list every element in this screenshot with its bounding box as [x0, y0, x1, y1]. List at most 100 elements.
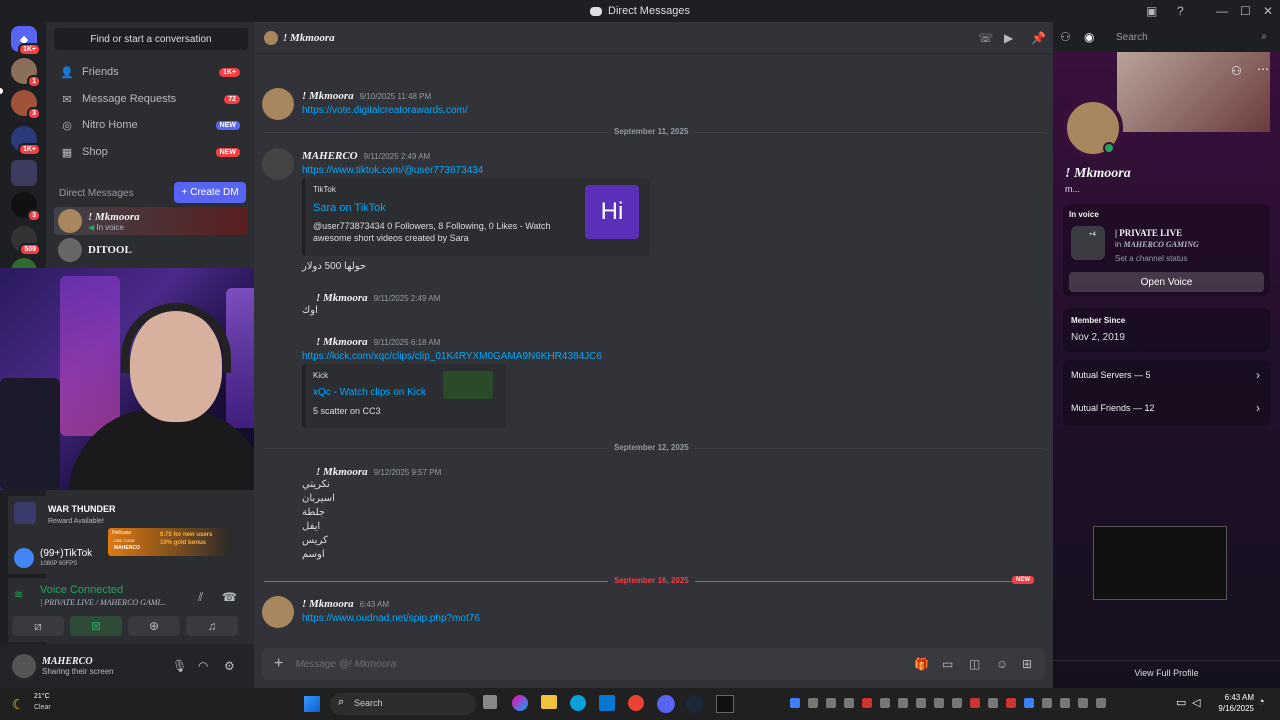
nav-friends[interactable]: 👤 Friends 1K+: [54, 60, 240, 84]
start-button[interactable]: [304, 696, 320, 712]
nav-shop[interactable]: ▦ Shop NEW: [54, 140, 240, 164]
create-dm-button[interactable]: + Create DM: [174, 182, 246, 203]
sticker-icon[interactable]: ◫: [969, 657, 980, 671]
tray-app-icon[interactable]: [1006, 698, 1016, 708]
embed-title[interactable]: xQc - Watch clips on Kick: [313, 387, 426, 398]
signal-icon[interactable]: ≋: [14, 588, 23, 601]
message-author[interactable]: ! Mkmoora: [316, 466, 368, 478]
stop-video-button[interactable]: ⧄: [12, 616, 64, 636]
dm-item[interactable]: ! Mkmoora ◀ In voice: [54, 207, 248, 235]
voice-call-icon[interactable]: ☏: [978, 31, 993, 45]
tray-app-icon[interactable]: [880, 698, 890, 708]
chat-header-name[interactable]: ! Mkmoora: [283, 32, 335, 44]
close-button[interactable]: ✕: [1263, 0, 1273, 22]
message-author[interactable]: ! Mkmoora: [316, 336, 368, 348]
message-author[interactable]: ! Mkmoora: [316, 292, 368, 304]
server-icon[interactable]: 1: [11, 58, 41, 88]
discord-icon[interactable]: [657, 695, 675, 713]
set-channel-status[interactable]: Set a channel status: [1115, 254, 1188, 263]
screen-preview[interactable]: [1093, 526, 1227, 600]
tray-app-icon[interactable]: [826, 698, 836, 708]
gif-icon[interactable]: ▭: [942, 657, 953, 671]
view-full-profile-link[interactable]: View Full Profile: [1053, 668, 1280, 678]
find-conversation-button[interactable]: Find or start a conversation: [54, 28, 248, 50]
server-icon[interactable]: 508: [11, 226, 41, 256]
server-icon[interactable]: 3: [11, 192, 41, 222]
message-input[interactable]: Message @! Mkmoora: [295, 659, 396, 670]
tray-app-icon[interactable]: [1060, 698, 1070, 708]
maximize-button[interactable]: ☐: [1240, 0, 1251, 22]
video-call-icon[interactable]: ▶: [1004, 31, 1013, 45]
more-options-icon[interactable]: ⋯: [1257, 62, 1269, 76]
search-input[interactable]: Search: [1116, 32, 1148, 43]
clock-time[interactable]: 6:43 AM: [1208, 693, 1254, 702]
microphone-icon[interactable]: 🎙: [172, 659, 187, 673]
weather-temp[interactable]: 21°C: [34, 693, 50, 700]
clock-date[interactable]: 9/16/2025: [1208, 704, 1254, 713]
screen-share-button[interactable]: ⊠: [70, 616, 122, 636]
user-profile-icon[interactable]: ◉: [1084, 30, 1094, 44]
tray-app-icon[interactable]: [988, 698, 998, 708]
soundboard-button[interactable]: ♫: [186, 616, 238, 636]
file-explorer-icon[interactable]: [541, 695, 557, 709]
server-icon[interactable]: [11, 160, 37, 186]
task-view-icon[interactable]: [483, 695, 497, 709]
message-link[interactable]: https://vote.digitalcreatorawards.com/: [302, 105, 468, 116]
steam-icon[interactable]: [686, 695, 704, 713]
copilot-icon[interactable]: [512, 695, 528, 711]
notification-icon[interactable]: ◔: [1258, 696, 1265, 708]
tray-app-icon[interactable]: [1024, 698, 1034, 708]
network-icon[interactable]: ▭: [1176, 696, 1186, 709]
taskbar-search[interactable]: ⌕ Search: [330, 693, 476, 715]
tray-app-icon[interactable]: [970, 698, 980, 708]
voice-channel-name[interactable]: | PRIVATE LIVE: [1115, 228, 1182, 238]
message-author[interactable]: MAHERCO: [302, 150, 358, 162]
tray-app-icon[interactable]: [808, 698, 818, 708]
voice-channel[interactable]: | PRIVATE LIVE / MAHERCO GAMI...: [40, 598, 166, 607]
store-icon[interactable]: [599, 695, 615, 711]
nav-message-requests[interactable]: ✉ Message Requests 72: [54, 87, 240, 111]
epic-games-icon[interactable]: [716, 695, 734, 713]
embed-title[interactable]: Sara on TikTok: [313, 202, 386, 214]
tray-app-icon[interactable]: [898, 698, 908, 708]
add-friends-icon[interactable]: ⚇: [1060, 30, 1071, 44]
message-link[interactable]: https://www.tiktok.com/@user773873434: [302, 165, 483, 176]
add-friend-icon[interactable]: ⚇: [1231, 64, 1242, 78]
dm-item[interactable]: DITOOL: [54, 236, 248, 264]
promo-banner[interactable]: Hellcase USE CODE MAHERCO 0.75 for new u…: [108, 528, 232, 556]
mutual-friends-row[interactable]: Mutual Friends — 12: [1071, 403, 1155, 413]
tray-app-icon[interactable]: [1078, 698, 1088, 708]
open-voice-button[interactable]: Open Voice: [1069, 272, 1264, 292]
embed-thumbnail[interactable]: Hi: [585, 185, 639, 239]
home-button[interactable]: ◆ 1K+: [11, 26, 41, 56]
help-icon[interactable]: ?: [1177, 0, 1184, 22]
tray-app-icon[interactable]: [844, 698, 854, 708]
tray-app-icon[interactable]: [790, 698, 800, 708]
apps-icon[interactable]: ⊞: [1022, 657, 1032, 671]
tray-app-icon[interactable]: [952, 698, 962, 708]
embed-thumbnail[interactable]: [443, 371, 493, 399]
tray-app-icon[interactable]: [916, 698, 926, 708]
tray-app-icon[interactable]: [862, 698, 872, 708]
nav-nitro-home[interactable]: ◎ Nitro Home NEW: [54, 113, 240, 137]
headphones-icon[interactable]: ◠: [198, 659, 208, 673]
settings-gear-icon[interactable]: ⚙: [224, 659, 235, 673]
tray-app-icon[interactable]: [1042, 698, 1052, 708]
message-link[interactable]: https://www.oudnad.net/spip.php?mot76: [302, 613, 480, 624]
server-icon[interactable]: 1K+: [11, 126, 41, 156]
gift-icon[interactable]: 🎁: [914, 657, 929, 671]
user-avatar[interactable]: [12, 654, 36, 678]
minimize-button[interactable]: —: [1216, 0, 1228, 22]
disconnect-icon[interactable]: ☎: [222, 590, 237, 604]
edge-icon[interactable]: [570, 695, 586, 711]
tray-app-icon[interactable]: [1096, 698, 1106, 708]
message-link[interactable]: https://kick.com/xqc/clips/clip_01K4RYXM…: [302, 351, 602, 362]
volume-icon[interactable]: ◁: [1192, 696, 1200, 709]
activity-button[interactable]: ⊕: [128, 616, 180, 636]
add-attachment-icon[interactable]: +: [274, 655, 283, 673]
message-author[interactable]: ! Mkmoora: [302, 90, 354, 102]
tray-app-icon[interactable]: [934, 698, 944, 708]
noise-suppression-icon[interactable]: ⫽: [198, 590, 203, 605]
server-icon[interactable]: 3: [11, 90, 41, 120]
emoji-icon[interactable]: ☺: [996, 657, 1008, 671]
